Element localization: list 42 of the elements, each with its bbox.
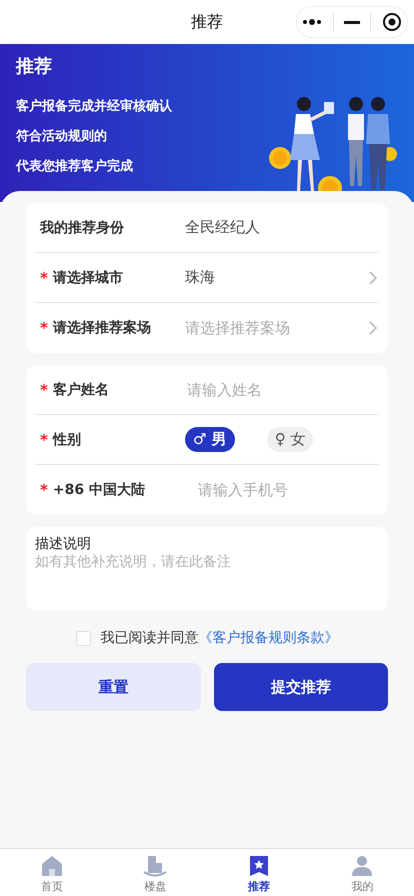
tab-item[interactable]: 楼盘 [104, 849, 207, 896]
reset-button[interactable]: 重置 [26, 663, 200, 711]
tab-item[interactable]: 我的 [310, 849, 414, 896]
building-icon [142, 855, 168, 877]
banner-text: 代表您推荐客户完成 [16, 158, 134, 176]
description-field[interactable]: 描述说明 如有其他补充说明，请在此备注 [26, 527, 388, 611]
minimize-icon[interactable] [344, 20, 360, 24]
user-icon [351, 855, 374, 877]
tab-item[interactable]: 推荐 [207, 849, 310, 896]
required-mark: * [40, 319, 48, 337]
required-mark: * [40, 380, 48, 398]
bookmark-star-icon [248, 855, 269, 877]
submit-button[interactable]: 提交推荐 [214, 663, 388, 711]
chevron-right-icon [369, 270, 377, 284]
field-value[interactable]: 珠海 [185, 268, 369, 287]
home-icon [40, 855, 63, 877]
chevron-right-icon [369, 321, 377, 335]
required-mark: * [40, 481, 48, 499]
field-label: 我的推荐身份 [40, 218, 124, 236]
more-icon[interactable] [302, 19, 322, 25]
terms-link[interactable]: 《客户报备规则条款》 [198, 629, 338, 647]
gender-option[interactable]: ♂ 男 [185, 427, 235, 452]
banner-text: 客户报备完成并经审核确认 [16, 98, 172, 116]
field-label: 请选择推荐案场 [52, 319, 151, 337]
gender-option[interactable]: ♀ 女 [266, 427, 314, 452]
page-title: 推荐 [191, 12, 223, 32]
input-field[interactable]: 请输入姓名 [185, 380, 379, 400]
field-label: 客户姓名 [52, 380, 109, 398]
field-label: +86 中国大陆 [52, 481, 145, 499]
banner-text: 符合活动规则的 [16, 128, 108, 146]
banner-title: 推荐 [16, 55, 53, 78]
field-value: 全民经纪人 [185, 218, 261, 237]
close-icon[interactable] [382, 12, 402, 32]
required-mark: * [40, 430, 48, 448]
input-field[interactable]: 请输入手机号 [196, 480, 379, 500]
field-label: 描述说明 [35, 535, 92, 553]
agreement-text: 我已阅读并同意 [100, 629, 198, 647]
required-mark: * [40, 268, 48, 286]
tab-item[interactable]: 首页 [0, 849, 104, 896]
agreement-checkbox[interactable] [76, 630, 90, 646]
field-label: 请选择城市 [52, 268, 123, 286]
field-label: 性别 [52, 430, 81, 448]
